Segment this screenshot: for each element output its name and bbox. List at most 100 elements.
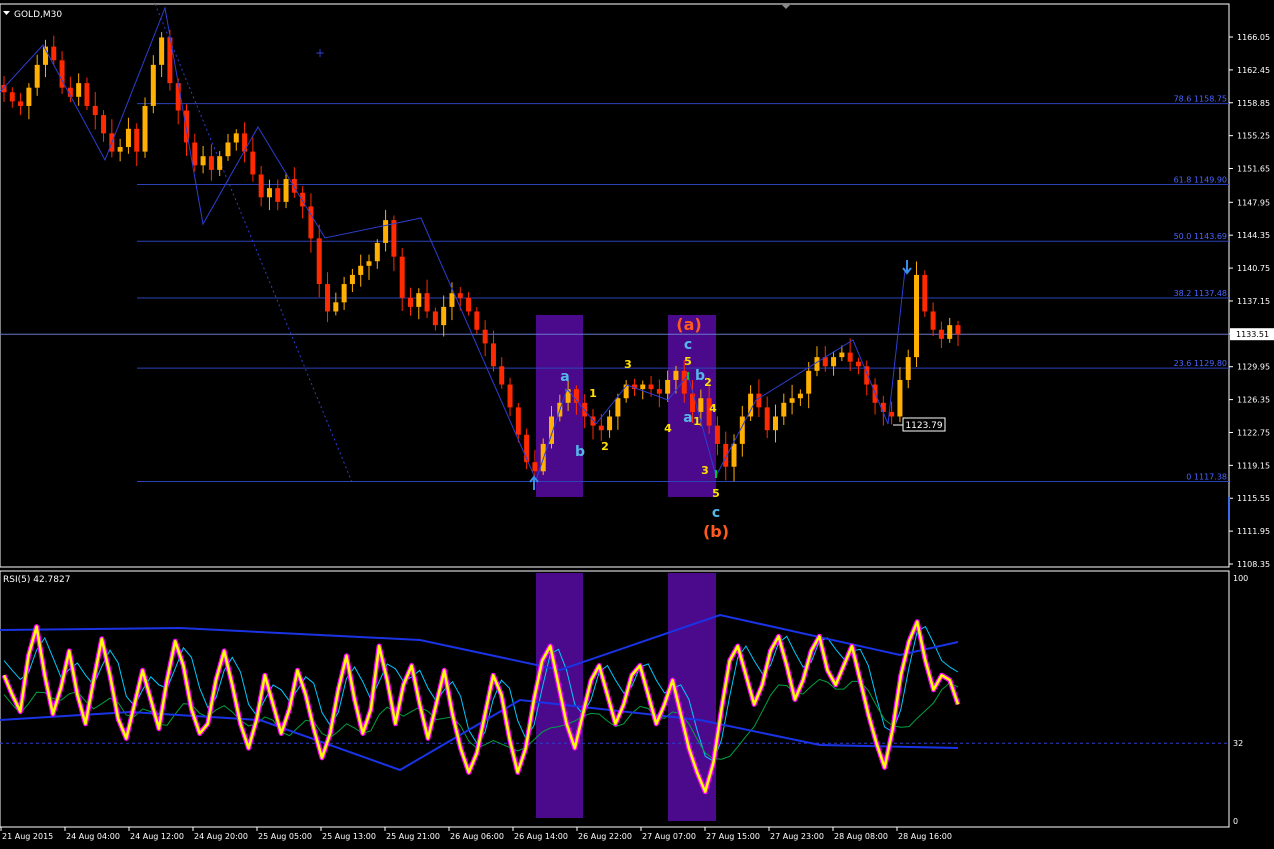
- candle-body: [615, 398, 621, 417]
- candle-body: [341, 284, 347, 303]
- candle-body: [515, 407, 521, 435]
- wave-label-a2: a: [683, 410, 692, 426]
- down-arrow-icon: [902, 260, 912, 275]
- candle-body: [333, 302, 339, 312]
- title-dropdown-icon[interactable]: [3, 11, 10, 15]
- candle-body: [640, 384, 646, 390]
- candle-body: [847, 352, 853, 362]
- candle-body: [208, 156, 214, 170]
- time-tick-label: 27 Aug 23:00: [770, 832, 824, 841]
- wave-label-y2b: 2: [704, 376, 712, 389]
- candle-body: [358, 265, 364, 275]
- candle-body: [383, 220, 389, 243]
- candle-body: [897, 379, 903, 417]
- candle-body: [938, 329, 944, 339]
- price-tick-label: 1137.15: [1237, 297, 1270, 306]
- candle-body: [797, 393, 803, 399]
- time-tick-label: 24 Aug 12:00: [130, 832, 184, 841]
- wave-label-b1: b: [575, 444, 585, 460]
- price-tick-label: 1166.05: [1237, 33, 1270, 42]
- candle-body: [457, 293, 463, 298]
- candle-body: [391, 220, 397, 257]
- candle-body: [955, 325, 961, 335]
- time-tick-label: 28 Aug 08:00: [834, 832, 888, 841]
- candle-body: [532, 462, 538, 472]
- price-tick-label: 1147.95: [1237, 198, 1270, 207]
- candle-body: [665, 379, 671, 394]
- candle-body: [673, 370, 679, 380]
- wave-label-a1: a: [560, 369, 569, 385]
- candle-body: [930, 311, 936, 330]
- candle-body: [764, 407, 770, 431]
- fib-level-label: 78.6 1158.75: [1174, 95, 1227, 104]
- fib-level-label: 0 1117.38: [1186, 473, 1227, 482]
- wave-label-y4b: 4: [709, 402, 717, 415]
- candle-body: [250, 151, 256, 175]
- price-tick-label: 1144.35: [1237, 231, 1270, 240]
- candle-body: [200, 156, 206, 166]
- candle-body: [18, 101, 24, 106]
- candle-body: [482, 329, 488, 344]
- candle-body: [789, 398, 795, 403]
- candle-body: [349, 274, 355, 285]
- candle-body: [424, 293, 430, 312]
- candle-body: [175, 83, 181, 111]
- candle-body: [26, 87, 32, 106]
- price-tick-label: 1162.45: [1237, 66, 1270, 75]
- price-tick-label: 1108.35: [1237, 560, 1270, 569]
- wave-label-y5b: 5: [712, 487, 720, 500]
- scroll-marker-icon[interactable]: [781, 4, 791, 9]
- time-tick-label: 28 Aug 16:00: [898, 832, 952, 841]
- candle-body: [399, 256, 405, 298]
- time-tick-label: 26 Aug 22:00: [578, 832, 632, 841]
- candle-body: [233, 133, 239, 143]
- candle-body: [598, 425, 604, 431]
- candle-body: [266, 188, 272, 198]
- rsi-series: [0, 613, 1229, 795]
- candlestick-series: [1, 29, 961, 482]
- wave-label-y2: 2: [601, 440, 609, 453]
- rsi-title: RSI(5) 42.7827: [3, 575, 70, 585]
- candle-body: [34, 64, 40, 88]
- rsi-axis: 100 32 0: [1233, 574, 1248, 826]
- candle-body: [316, 238, 322, 285]
- main-panel-frame: [0, 3, 1230, 568]
- time-tick-label: 26 Aug 06:00: [450, 832, 504, 841]
- candle-body: [258, 174, 264, 198]
- candle-body: [225, 142, 231, 157]
- wave-label-y1: 1: [589, 387, 597, 400]
- price-tick-label: 1129.95: [1237, 363, 1270, 372]
- time-tick-label: 24 Aug 04:00: [66, 832, 120, 841]
- candle-body: [283, 179, 289, 202]
- wave-label-b2: b: [695, 368, 705, 384]
- candle-body: [731, 443, 737, 467]
- candle-body: [922, 274, 928, 312]
- candle-body: [772, 416, 778, 431]
- time-tick-label: 21 Aug 2015: [2, 832, 53, 841]
- rsi-glow-line: [1, 619, 961, 795]
- fibonacci-levels: 78.6 1158.75 61.8 1149.90 50.0 1143.69 38.2…: [0, 95, 1229, 483]
- candle-body: [374, 242, 380, 262]
- price-tick-label: 1119.15: [1237, 461, 1270, 470]
- candle-body: [648, 384, 654, 390]
- candle-body: [275, 188, 281, 202]
- wave-label-y5: 5: [684, 355, 692, 368]
- candle-body: [889, 411, 895, 417]
- chart-canvas[interactable]: GOLD,M30 78.6 1158.75 61.8 1149.90 50.0 11…: [0, 0, 1274, 849]
- time-tick-label: 25 Aug 21:00: [386, 832, 440, 841]
- time-tick-label: 25 Aug 05:00: [258, 832, 312, 841]
- fib-level-label: 61.8 1149.90: [1174, 176, 1227, 185]
- time-tick-label: 26 Aug 14:00: [514, 832, 568, 841]
- candle-body: [416, 293, 422, 307]
- candle-body: [242, 133, 248, 152]
- candle-body: [92, 105, 98, 116]
- crosshair-marker-icon: +: [315, 46, 325, 60]
- candle-body: [159, 37, 165, 65]
- candle-body: [117, 147, 123, 152]
- candle-body: [905, 357, 911, 380]
- current-price-text: 1133.51: [1236, 330, 1269, 339]
- price-tick-label: 1155.25: [1237, 132, 1270, 141]
- candle-body: [914, 274, 920, 358]
- candle-body: [134, 128, 140, 152]
- price-tick-label: 1122.75: [1237, 428, 1270, 437]
